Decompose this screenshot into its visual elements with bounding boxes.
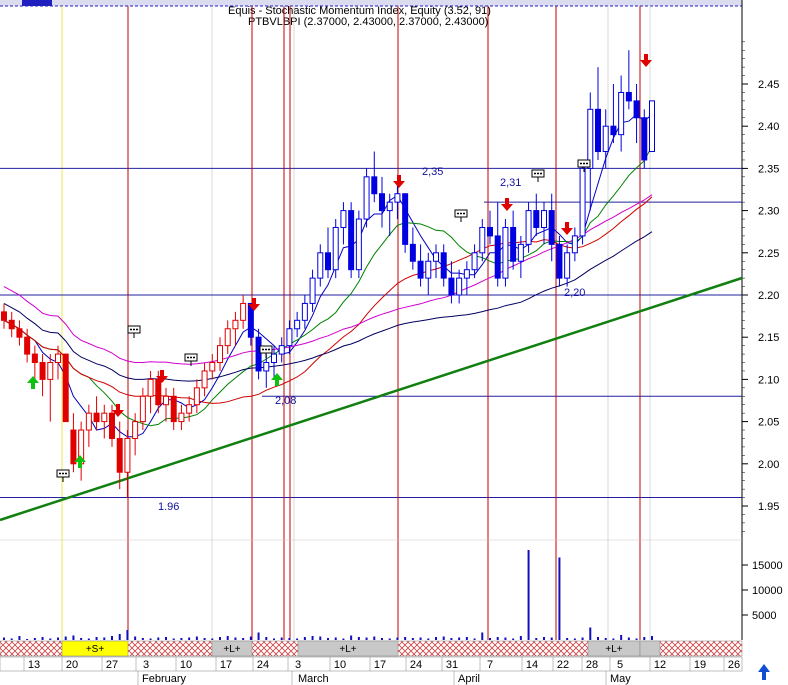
date-tick-label: 10 [180, 659, 192, 671]
volume-tick-label: 15000 [752, 560, 783, 572]
date-tick-label: 12 [654, 659, 666, 671]
price-tick-label: 2.35 [758, 163, 779, 175]
strip-label: +L+ [605, 644, 622, 655]
price-tick-label: 2.00 [758, 459, 779, 471]
price-tick-label: 2.20 [758, 290, 779, 302]
price-tick-label: 2.15 [758, 332, 779, 344]
candle [348, 202, 355, 279]
date-tick-label: 5 [617, 659, 623, 671]
date-tick-label: 24 [257, 659, 269, 671]
month-label: March [298, 673, 329, 685]
price-tick-label: 2.30 [758, 206, 779, 218]
date-tick-label: 7 [487, 659, 493, 671]
date-tick-label: 27 [106, 659, 118, 671]
annotation-235: 2,35 [422, 166, 443, 178]
date-tick-label: 3 [295, 659, 301, 671]
annotation-231: 2,31 [500, 177, 521, 189]
date-tick-label: 19 [694, 659, 706, 671]
date-tick-label: 22 [557, 659, 569, 671]
date-tick-label: 17 [374, 659, 386, 671]
candle [579, 159, 586, 245]
date-tick-label: 14 [526, 659, 538, 671]
stock-chart: Equis - Stochastic Momentum Index, Equit… [0, 0, 788, 685]
candle [355, 210, 362, 279]
candle [649, 100, 655, 153]
price-tick-label: 2.25 [758, 248, 779, 260]
month-label: April [458, 673, 480, 685]
date-tick-label: 3 [143, 659, 149, 671]
strip-label: +L+ [339, 644, 356, 655]
month-label: May [610, 673, 631, 685]
price-tick-label: 2.10 [758, 374, 779, 386]
date-tick-label: 31 [446, 659, 458, 671]
strip-label: +S+ [86, 644, 105, 655]
date-tick-label: 24 [410, 659, 422, 671]
date-axis: 13 20 27 3 10 17 24 3 10 17 24 31 7 14 22 28 5 12 19 26 [0, 656, 743, 672]
annotation-220: 2,20 [564, 287, 585, 299]
price-tick-label: 2.45 [758, 79, 779, 91]
expert-strip: +S+ +L+ +L+ +L+ [0, 640, 743, 657]
date-tick-label: 10 [334, 659, 346, 671]
candle [62, 353, 69, 423]
date-tick-label: 13 [28, 659, 40, 671]
candle [332, 219, 339, 279]
candle [402, 193, 409, 253]
volume-tick-label: 10000 [752, 585, 783, 597]
date-tick-label: 20 [66, 659, 78, 671]
annotation-208: 2,08 [275, 395, 296, 407]
date-tick-label: 26 [728, 659, 740, 671]
candle [641, 109, 648, 169]
volume-tick-label: 5000 [752, 610, 776, 622]
price-tick-label: 2.05 [758, 417, 779, 429]
strip-label: +L+ [223, 644, 240, 655]
date-tick-label: 17 [220, 659, 232, 671]
month-label: February [142, 673, 187, 685]
price-tick-label: 2.40 [758, 121, 779, 133]
candle [363, 168, 370, 228]
date-tick-label: 28 [586, 659, 598, 671]
annotation-196: 1.96 [158, 501, 179, 513]
price-tick-label: 1.95 [758, 501, 779, 513]
candle [502, 219, 509, 287]
